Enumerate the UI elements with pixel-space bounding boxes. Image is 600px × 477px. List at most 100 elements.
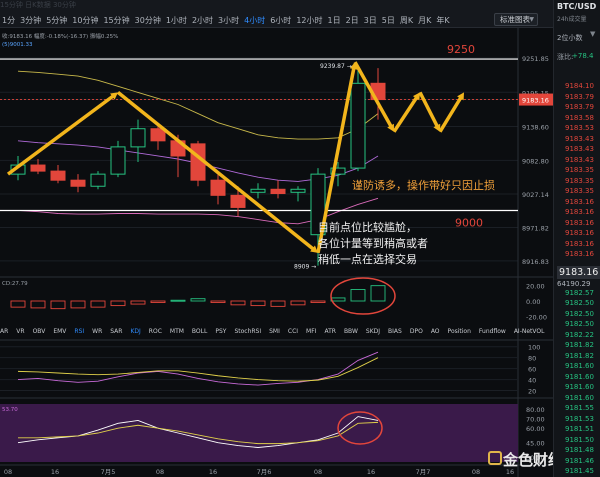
timeframe-16[interactable]: 周K bbox=[398, 15, 415, 26]
sidebar-price: 9181.55 bbox=[565, 404, 594, 412]
indicator-tab-bbw[interactable]: BBW bbox=[344, 328, 358, 335]
macd-bar bbox=[250, 300, 266, 307]
indicator-tab-skdj[interactable]: SKDJ bbox=[366, 328, 380, 335]
sidebar-price: 9183.43 bbox=[565, 155, 594, 164]
indicator-tab-cci[interactable]: CCI bbox=[288, 328, 298, 335]
annotation-line-2: 各位计量等到稍高或者 bbox=[318, 236, 428, 250]
indicator-tab-ar[interactable]: AR bbox=[0, 328, 8, 335]
timeframe-17[interactable]: 月K bbox=[416, 15, 433, 26]
price-list: 9184.10 9183.79 9183.79 9183.58 9183.53 9183.… bbox=[557, 0, 600, 477]
timeframe-1[interactable]: 3分钟 bbox=[18, 15, 43, 26]
y-tick-label: 8916.83 bbox=[522, 258, 549, 266]
indicator-tab-emv[interactable]: EMV bbox=[53, 328, 66, 335]
timeframe-10[interactable]: 6小时 bbox=[268, 15, 293, 26]
price-chart[interactable]: 92509000 9251.859195.159138.609082.80902… bbox=[0, 28, 553, 477]
timeframe-2[interactable]: 5分钟 bbox=[44, 15, 69, 26]
timeframe-7[interactable]: 2小时 bbox=[190, 15, 215, 26]
candle-body bbox=[70, 179, 86, 187]
x-axis: 08 16 7月5 08 16 7月6 08 16 7月7 08 16 bbox=[4, 468, 514, 476]
sidebar-price: 9181.82 bbox=[565, 341, 594, 349]
indicator-tab-fundflow[interactable]: Fundflow bbox=[479, 328, 506, 335]
indicator-tab-dpo[interactable]: DPO bbox=[410, 328, 423, 335]
candle-body bbox=[250, 188, 266, 193]
indicator-tab-kdj[interactable]: KDJ bbox=[130, 328, 140, 335]
macd-bar bbox=[10, 300, 26, 308]
indicator-tab-vr[interactable]: VR bbox=[16, 328, 24, 335]
indicator-tab-atr[interactable]: ATR bbox=[324, 328, 335, 335]
sidebar-price: 9181.48 bbox=[565, 446, 594, 454]
sidebar-price: 9183.16 bbox=[565, 250, 594, 258]
sidebar-price: 9183.16 bbox=[565, 218, 594, 227]
timeframe-5[interactable]: 30分钟 bbox=[133, 15, 163, 26]
x-tick-label: 08 bbox=[314, 468, 322, 476]
indicator-tab-ao[interactable]: AO bbox=[431, 328, 440, 335]
macd-y-tick: 0.00 bbox=[526, 298, 540, 306]
sidebar-price: 9183.16 bbox=[565, 197, 594, 206]
sidebar-price: 9183.35 bbox=[565, 176, 594, 185]
indicator-tab-stochrsi[interactable]: StochRSI bbox=[234, 328, 261, 335]
current-price-tag: 9183.16 bbox=[522, 97, 549, 105]
y-tick-label: 8971.82 bbox=[522, 225, 549, 233]
indicator-tab-smi[interactable]: SMI bbox=[269, 328, 280, 335]
sidebar-price: 9183.79 bbox=[565, 92, 594, 101]
chart-type-dropdown[interactable]: 标准图表 ▼ bbox=[494, 13, 538, 26]
timeframe-4[interactable]: 15分钟 bbox=[101, 15, 131, 26]
indicator-tab-boll[interactable]: BOLL bbox=[192, 328, 207, 335]
indicator-tab-sar[interactable]: SAR bbox=[110, 328, 122, 335]
indicator-tab-wr[interactable]: WR bbox=[92, 328, 102, 335]
timeframe-12[interactable]: 1日 bbox=[326, 15, 343, 26]
indicator-tab-ai-netvol[interactable]: AI-NetVOL bbox=[514, 328, 545, 335]
trend-arrow-shaft bbox=[116, 91, 315, 251]
sidebar-price: 9181.53 bbox=[565, 414, 594, 423]
timeframe-8[interactable]: 3小时 bbox=[216, 15, 241, 26]
x-tick-label: 16 bbox=[209, 468, 217, 476]
x-tick-label: 08 bbox=[472, 468, 480, 476]
macd-bar bbox=[270, 300, 286, 307]
sidebar-price: 9183.16 bbox=[565, 229, 594, 237]
panel4-y-tick: 45.00 bbox=[526, 440, 545, 448]
sidebar-price: 9183.43 bbox=[565, 145, 594, 153]
timeframe-0[interactable]: 1分 bbox=[0, 15, 17, 26]
timeframe-14[interactable]: 3日 bbox=[362, 15, 379, 26]
indicator-tab-psy[interactable]: PSY bbox=[215, 328, 226, 335]
sidebar-price: 9181.50 bbox=[565, 435, 594, 444]
sidebar-price: 9182.50 bbox=[565, 309, 594, 318]
sidebar-price: 9184.10 bbox=[565, 82, 594, 90]
macd-bar bbox=[330, 297, 346, 302]
panel3-y-tick: 40 bbox=[528, 377, 536, 385]
chart-info-line: 收:9183.16 幅度:-0.18%(-16.37) 振幅0.25% bbox=[2, 32, 118, 40]
candle-body bbox=[30, 164, 46, 172]
indicator-tab-roc[interactable]: ROC bbox=[149, 328, 162, 335]
sidebar-price: 9181.51 bbox=[565, 425, 594, 433]
last-price: 9183.16 bbox=[557, 266, 600, 279]
indicator-tab-mtm[interactable]: MTM bbox=[170, 328, 184, 335]
annotation-line-1: 目前点位比较尴尬， bbox=[318, 220, 417, 234]
indicator-tab-mfi[interactable]: MFI bbox=[306, 328, 316, 335]
macd-bar bbox=[170, 299, 186, 302]
faded-top-text: 15分钟 日K数据 30分钟 bbox=[0, 1, 76, 9]
indicator-tab-bias[interactable]: BIAS bbox=[388, 328, 402, 335]
timeframe-18[interactable]: 年K bbox=[434, 15, 451, 26]
indicator-tab-obv[interactable]: OBV bbox=[33, 328, 46, 335]
timeframe-9[interactable]: 4小时 bbox=[242, 15, 267, 26]
watermark-logo-icon bbox=[488, 451, 502, 465]
ma-label: (5)9001.33 bbox=[2, 42, 33, 48]
timeframe-13[interactable]: 2日 bbox=[344, 15, 361, 26]
timeframe-11[interactable]: 12小时 bbox=[294, 15, 324, 26]
sidebar-price: 9183.79 bbox=[565, 103, 594, 111]
annotation-warning: 谨防诱多，操作带好只因止损 bbox=[352, 178, 495, 192]
timeframe-15[interactable]: 5日 bbox=[380, 15, 397, 26]
panel3-y-tick: 80 bbox=[528, 355, 536, 363]
macd-label: CD:27.79 bbox=[2, 281, 28, 287]
timeframe-3[interactable]: 10分钟 bbox=[70, 15, 100, 26]
annotations: 收:9183.16 幅度:-0.18%(-16.37) 振幅0.25% (5)90… bbox=[2, 32, 495, 271]
indicator-tab-rsi[interactable]: RSI bbox=[74, 328, 84, 335]
indicator-tab-position[interactable]: Position bbox=[448, 328, 471, 335]
timeframe-6[interactable]: 1小时 bbox=[164, 15, 189, 26]
low-annotation: 8909 → bbox=[294, 264, 316, 271]
candle-body bbox=[230, 194, 246, 208]
sidebar-price: 9182.22 bbox=[565, 330, 594, 339]
trend-arrow-shaft bbox=[6, 94, 115, 176]
macd-bar bbox=[70, 300, 86, 309]
x-tick-label: 08 bbox=[156, 468, 164, 476]
